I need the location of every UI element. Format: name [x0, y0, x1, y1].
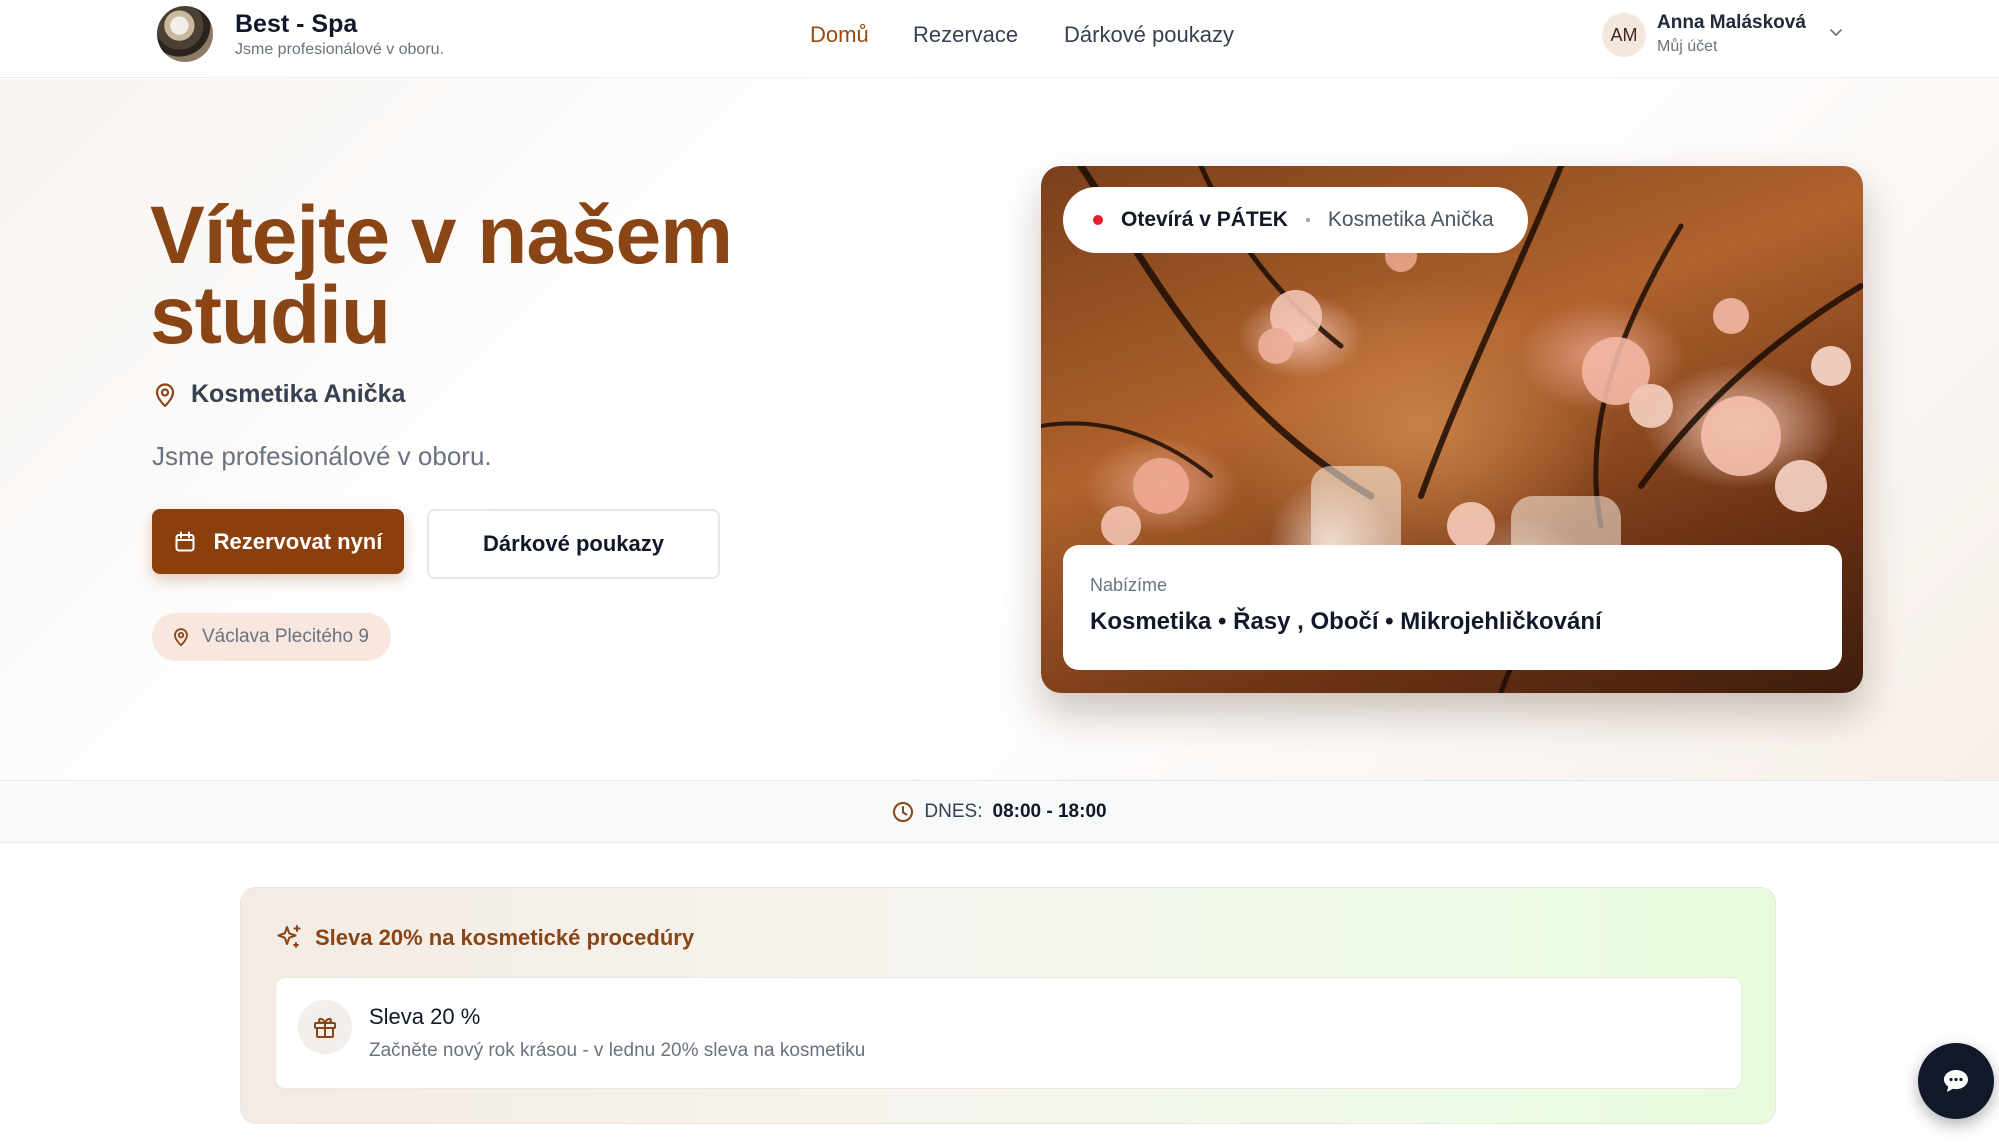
brand-subtitle: Jsme profesionálové v oboru.: [235, 41, 444, 58]
promo-section: Sleva 20% na kosmetické procedúry Sleva …: [240, 887, 1776, 1124]
promo-header: Sleva 20% na kosmetické procedúry: [275, 924, 694, 952]
address-badge[interactable]: Václava Plecitého 9: [152, 613, 391, 661]
gift-icon: [314, 1017, 336, 1038]
clock-icon: [893, 801, 914, 822]
hours-time: 08:00 - 18:00: [992, 800, 1107, 822]
brand-title[interactable]: Best - Spa: [235, 10, 357, 39]
opening-status: Otevírá v PÁTEK: [1121, 208, 1288, 231]
gift-icon-badge: [298, 1000, 352, 1054]
chat-icon: [1944, 1070, 1968, 1092]
address-text: Václava Plecitého 9: [202, 626, 369, 647]
status-dot: [1093, 215, 1103, 225]
offer-label: Nabízíme: [1090, 575, 1168, 595]
gift-vouchers-button[interactable]: Dárkové poukazy: [427, 509, 720, 579]
nav-link-reservations[interactable]: Rezervace: [913, 22, 1018, 48]
book-now-label: Rezervovat nyní: [213, 528, 383, 554]
user-account-label[interactable]: Můj účet: [1657, 38, 1717, 56]
opening-hours-bar: DNES: 08:00 - 18:00: [0, 780, 1999, 843]
hours-label: DNES:: [924, 800, 983, 822]
promo-item-description: Začněte nový rok krásou - v lednu 20% sl…: [369, 1040, 866, 1061]
top-header: Best - Spa Jsme profesionálové v oboru. …: [0, 0, 1999, 78]
promo-item-title: Sleva 20 %: [369, 1004, 481, 1029]
user-avatar[interactable]: AM: [1602, 13, 1646, 57]
status-place-name: Kosmetika Anička: [1327, 208, 1494, 231]
brand-logo[interactable]: [157, 6, 213, 62]
nav-link-gift-vouchers[interactable]: Dárkové poukazy: [1064, 22, 1234, 48]
user-name[interactable]: Anna Malásková: [1657, 12, 1806, 34]
opening-status-pill: Otevírá v PÁTEK Kosmetika Anička: [1063, 187, 1528, 253]
hero-title: Vítejte v našem studiu: [150, 190, 733, 361]
location-name: Kosmetika Anička: [191, 380, 406, 408]
promo-title: Sleva 20% na kosmetické procedúry: [315, 925, 695, 950]
offer-services: Kosmetika • Řasy , Obočí • Mikrojehličko…: [1090, 608, 1602, 635]
promo-item[interactable]: Sleva 20 % Začněte nový rok krásou - v l…: [275, 977, 1742, 1089]
hero-photo-card: Otevírá v PÁTEK Kosmetika Anička Nabízím…: [1041, 166, 1863, 693]
map-pin-icon: [155, 382, 175, 407]
sparkles-icon: [277, 925, 301, 948]
chevron-down-icon[interactable]: [1828, 24, 1844, 40]
calendar-icon: [175, 531, 195, 551]
hero-location: Kosmetika Anička: [153, 380, 405, 409]
map-pin-icon: [174, 628, 188, 647]
services-offer-box: Nabízíme Kosmetika • Řasy , Obočí • Mikr…: [1063, 545, 1842, 670]
book-now-button[interactable]: Rezervovat nyní: [152, 509, 404, 574]
hero-tagline: Jsme profesionálové v oboru.: [152, 441, 492, 471]
chat-button[interactable]: [1918, 1043, 1994, 1119]
separator-dot: [1305, 218, 1310, 222]
nav-link-home[interactable]: Domů: [810, 22, 869, 48]
